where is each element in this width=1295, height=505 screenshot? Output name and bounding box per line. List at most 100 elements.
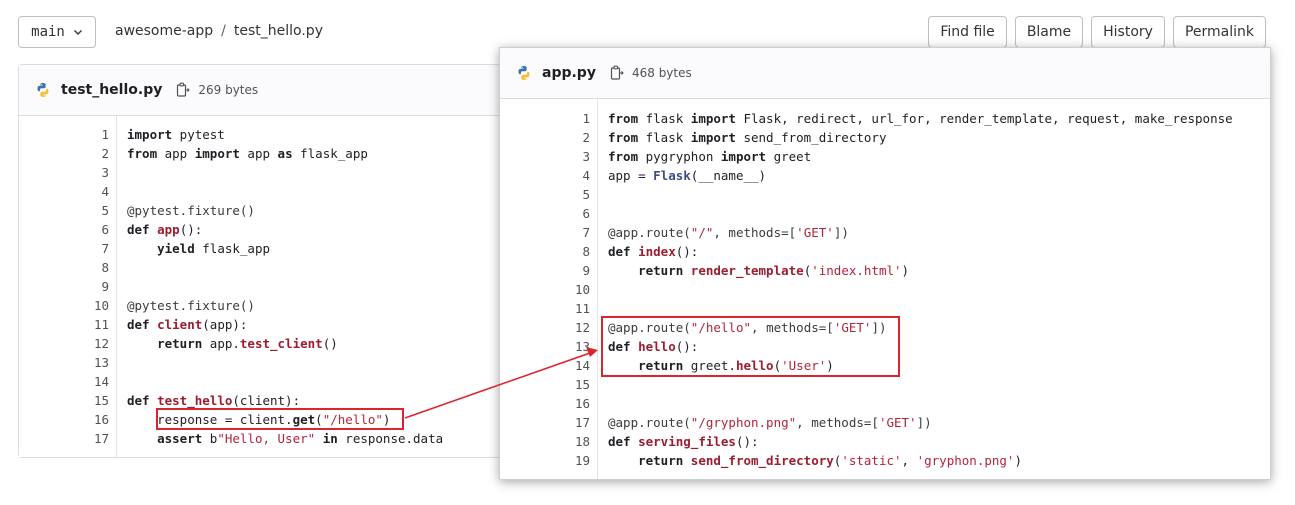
line-number[interactable]: 10 xyxy=(69,296,109,315)
line-number[interactable]: 13 xyxy=(69,353,109,372)
line-number[interactable]: 10 xyxy=(550,280,590,299)
breadcrumb-separator: / xyxy=(221,23,226,39)
line-number[interactable]: 15 xyxy=(69,391,109,410)
code-token: import xyxy=(194,146,240,161)
permalink-button[interactable]: Permalink xyxy=(1172,16,1266,48)
code-text: response = client.get("/hello") xyxy=(127,410,390,429)
code-line: 14 return greet.hello('User') xyxy=(500,356,1270,375)
code-line: 3 from pygryphon import greet xyxy=(500,147,1270,166)
file-actions: Find file Blame History Permalink xyxy=(928,16,1266,48)
code-line: 13 xyxy=(19,353,537,372)
copy-icon[interactable] xyxy=(610,65,624,81)
code-token: , methods=[ xyxy=(713,225,797,240)
code-token: (__name__) xyxy=(690,168,767,183)
line-number[interactable]: 13 xyxy=(550,337,590,356)
line-number[interactable]: 11 xyxy=(550,299,590,318)
line-number[interactable]: 16 xyxy=(550,394,590,413)
line-number[interactable]: 9 xyxy=(69,277,109,296)
code-text: from pygryphon import greet xyxy=(608,147,811,166)
code-text: from app import app as flask_app xyxy=(127,144,368,163)
line-number[interactable]: 17 xyxy=(69,429,109,448)
line-number[interactable]: 14 xyxy=(69,372,109,391)
code-token: ) xyxy=(1014,453,1022,468)
code-token: from xyxy=(608,149,639,164)
line-number[interactable]: 8 xyxy=(69,258,109,277)
code-token: send_from_directory xyxy=(735,130,887,145)
line-number[interactable]: 6 xyxy=(550,204,590,223)
blame-button[interactable]: Blame xyxy=(1014,16,1084,48)
code-token: return xyxy=(638,453,684,468)
line-number[interactable]: 3 xyxy=(69,163,109,182)
chevron-down-icon xyxy=(73,30,82,35)
line-number[interactable]: 6 xyxy=(69,220,109,239)
code-text: @pytest.fixture() xyxy=(127,296,255,315)
code-token: @pytest.fixture() xyxy=(127,298,255,313)
code-line: 19 return send_from_directory('static', … xyxy=(500,451,1270,470)
line-number[interactable]: 5 xyxy=(550,185,590,204)
line-number[interactable]: 8 xyxy=(550,242,590,261)
line-number[interactable]: 12 xyxy=(550,318,590,337)
find-file-button[interactable]: Find file xyxy=(928,16,1007,48)
line-number[interactable]: 18 xyxy=(550,432,590,451)
code-line: 1 import pytest xyxy=(19,125,537,144)
code-text: from flask import Flask, redirect, url_f… xyxy=(608,109,1233,128)
code-token: render_template xyxy=(690,263,804,278)
line-number[interactable]: 19 xyxy=(550,451,590,470)
line-number[interactable]: 12 xyxy=(69,334,109,353)
code-token: "Hello, User" xyxy=(217,431,316,446)
line-number[interactable]: 2 xyxy=(550,128,590,147)
code-token: ( xyxy=(773,358,782,373)
line-number[interactable]: 7 xyxy=(69,239,109,258)
code-token: ) xyxy=(901,263,910,278)
line-number[interactable]: 4 xyxy=(69,182,109,201)
line-number[interactable]: 3 xyxy=(550,147,590,166)
code-line: 12 return app.test_client() xyxy=(19,334,537,353)
code-token: , xyxy=(901,453,917,468)
code-line: 15 xyxy=(500,375,1270,394)
code-token: 'User' xyxy=(781,358,827,373)
line-number[interactable]: 4 xyxy=(550,166,590,185)
line-number[interactable]: 16 xyxy=(69,410,109,429)
breadcrumb-repo[interactable]: awesome-app xyxy=(115,23,213,39)
code-token: app = xyxy=(608,168,654,183)
code-viewer: 1 import pytest 2 from app import app as fl… xyxy=(19,116,537,457)
code-line: 15 def test_hello(client): xyxy=(19,391,537,410)
code-token: flask_app xyxy=(194,241,271,256)
code-token: def xyxy=(608,339,631,354)
code-token: ) xyxy=(382,412,391,427)
history-button[interactable]: History xyxy=(1091,16,1165,48)
code-line: 2 from flask import send_from_directory xyxy=(500,128,1270,147)
code-token: pytest xyxy=(172,127,225,142)
line-number[interactable]: 1 xyxy=(550,109,590,128)
code-token: @app.route( xyxy=(608,225,691,240)
file-size: 468 bytes xyxy=(631,66,692,80)
line-number[interactable]: 15 xyxy=(550,375,590,394)
python-icon xyxy=(518,66,530,80)
code-token: import xyxy=(690,130,736,145)
line-number[interactable]: 9 xyxy=(550,261,590,280)
line-number[interactable]: 1 xyxy=(69,125,109,144)
branch-dropdown[interactable]: main xyxy=(18,16,96,48)
code-token: app. xyxy=(202,336,240,351)
line-number[interactable]: 14 xyxy=(550,356,590,375)
breadcrumb-file[interactable]: test_hello.py xyxy=(234,23,323,39)
line-number[interactable]: 17 xyxy=(550,413,590,432)
line-number[interactable]: 2 xyxy=(69,144,109,163)
code-text: import pytest xyxy=(127,125,225,144)
file-name: test_hello.py xyxy=(61,82,163,98)
code-token: ]) xyxy=(833,225,849,240)
code-token: 'static' xyxy=(841,453,902,468)
line-number[interactable]: 5 xyxy=(69,201,109,220)
code-token: return xyxy=(638,263,684,278)
code-token: greet. xyxy=(683,358,736,373)
code-token: flask_app xyxy=(292,146,368,161)
copy-icon[interactable] xyxy=(176,82,191,98)
line-number[interactable]: 11 xyxy=(69,315,109,334)
code-text: yield flask_app xyxy=(127,239,270,258)
code-token: 'gryphon.png' xyxy=(916,453,1015,468)
code-token: "/hello" xyxy=(322,412,383,427)
line-number[interactable]: 7 xyxy=(550,223,590,242)
code-text: def serving_files(): xyxy=(608,432,759,451)
